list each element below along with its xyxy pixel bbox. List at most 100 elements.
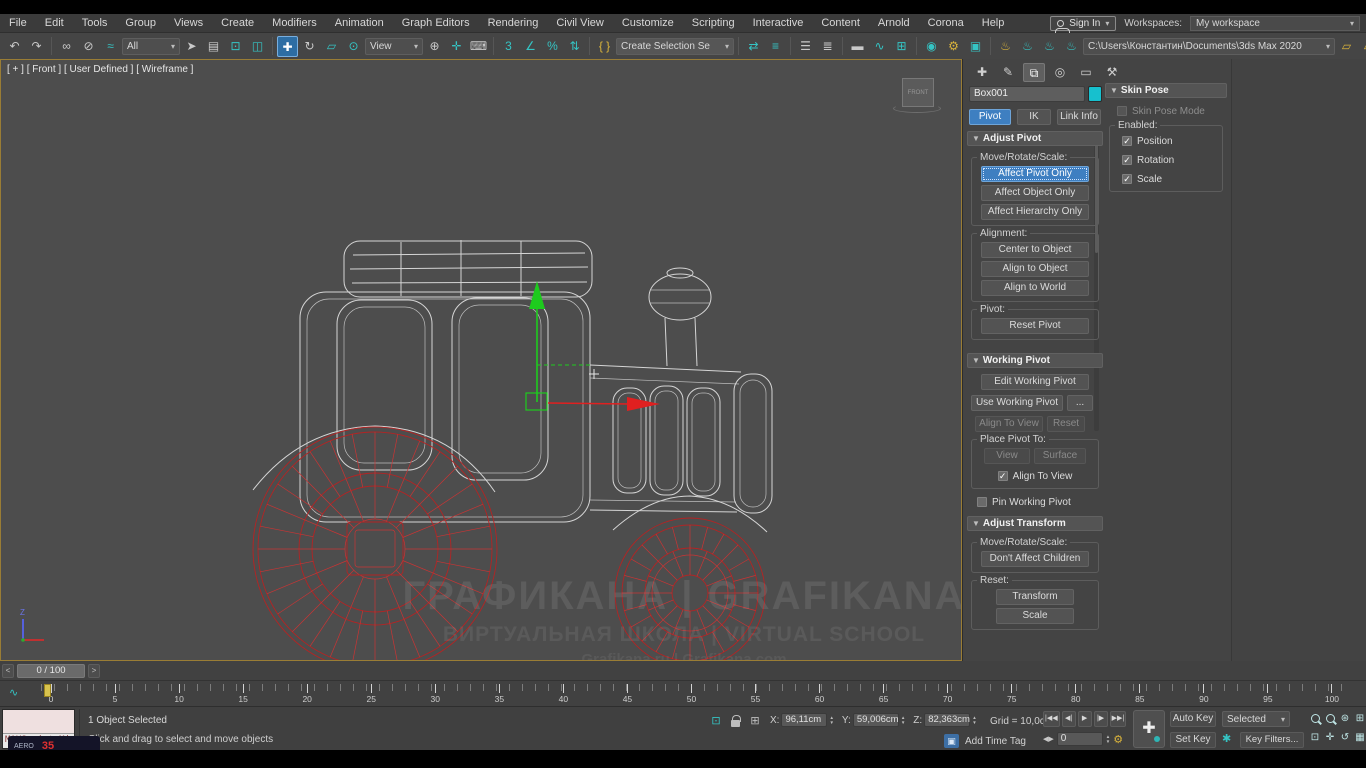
- skin-pose-option-checkbox[interactable]: ✓ Rotation: [1122, 153, 1174, 167]
- menu-item[interactable]: Modifiers: [263, 17, 326, 29]
- ik-mode-button[interactable]: IK: [1017, 109, 1051, 125]
- scene-explorer-icon[interactable]: ☰: [795, 36, 816, 57]
- prev-frame-icon[interactable]: ◀|: [1062, 711, 1076, 727]
- link-icon[interactable]: ∞: [56, 36, 77, 57]
- select-place-icon[interactable]: ⊙: [343, 36, 364, 57]
- select-scale-icon[interactable]: ▱: [321, 36, 342, 57]
- menu-item[interactable]: File: [0, 17, 36, 29]
- place-pivot-view-button[interactable]: View: [984, 448, 1030, 464]
- x-coordinate-field[interactable]: 96,11cm: [781, 713, 827, 727]
- menu-item[interactable]: Arnold: [869, 17, 919, 29]
- project-folder-path-select[interactable]: C:\Users\Константин\Documents\3ds Max 20…: [1083, 38, 1335, 55]
- render-cloud-icon[interactable]: ♨: [1039, 36, 1060, 57]
- menu-item[interactable]: Customize: [613, 17, 683, 29]
- menu-item[interactable]: Content: [812, 17, 869, 29]
- skin-pose-mode-checkbox[interactable]: ✓ Skin Pose Mode: [1117, 104, 1225, 118]
- center-to-object-button[interactable]: Center to Object: [981, 242, 1089, 258]
- track-bar[interactable]: 0510152025303540455055606570758085909510…: [41, 684, 1342, 705]
- selection-filter-select[interactable]: All▾: [122, 38, 180, 55]
- select-by-name-icon[interactable]: ▤: [203, 36, 224, 57]
- select-manipulate-icon[interactable]: ✛: [446, 36, 467, 57]
- affect-object-only-button[interactable]: Affect Object Only: [981, 185, 1089, 201]
- z-spinner[interactable]: ▲▼: [972, 716, 976, 725]
- frame-nudge-icon[interactable]: ◀▶: [1043, 735, 1054, 743]
- zoom-region-icon[interactable]: ⊡: [1308, 730, 1322, 746]
- add-time-tag[interactable]: ▣ Add Time Tag: [944, 734, 1026, 748]
- macro-recorder-pane[interactable]: [3, 710, 74, 734]
- object-name-field[interactable]: Box001: [969, 86, 1085, 102]
- menu-item[interactable]: Group: [116, 17, 165, 29]
- project-folder-open-icon[interactable]: ▱: [1358, 36, 1366, 57]
- dont-affect-children-button[interactable]: Don't Affect Children: [981, 551, 1089, 567]
- set-key-button[interactable]: Set Key: [1170, 732, 1216, 748]
- select-move-icon[interactable]: ✚: [277, 36, 298, 57]
- sign-in-button[interactable]: Sign In ▾: [1050, 16, 1116, 31]
- reset-transform-button[interactable]: Transform: [996, 589, 1074, 605]
- go-end-icon[interactable]: ▶▶|: [1110, 711, 1127, 727]
- mirror-icon[interactable]: ⇄: [743, 36, 764, 57]
- ribbon-icon[interactable]: ▬: [847, 36, 868, 57]
- next-key-button[interactable]: >: [88, 664, 100, 678]
- select-rotate-icon[interactable]: ↻: [299, 36, 320, 57]
- y-spinner[interactable]: ▲▼: [901, 716, 905, 725]
- maxscript-listener-icon[interactable]: { }: [594, 36, 615, 57]
- affect-hierarchy-only-button[interactable]: Affect Hierarchy Only: [981, 204, 1089, 220]
- menu-item[interactable]: Graph Editors: [393, 17, 479, 29]
- menu-item[interactable]: Civil View: [547, 17, 612, 29]
- spinner-snap-icon[interactable]: ⇅: [564, 36, 585, 57]
- set-keys-button[interactable]: ✚: [1133, 710, 1165, 748]
- menu-item[interactable]: Tools: [73, 17, 117, 29]
- link-info-mode-button[interactable]: Link Info: [1057, 109, 1101, 125]
- skin-pose-option-checkbox[interactable]: ✓ Position: [1122, 134, 1173, 148]
- menu-item[interactable]: Help: [973, 17, 1014, 29]
- reference-coordinate-select[interactable]: View▾: [365, 38, 423, 55]
- select-object-icon[interactable]: ➤: [181, 36, 202, 57]
- use-pivot-center-icon[interactable]: ⊕: [424, 36, 445, 57]
- bind-spacewarp-icon[interactable]: ≈: [100, 36, 121, 57]
- play-icon[interactable]: ▶: [1078, 711, 1092, 727]
- layer-explorer-icon[interactable]: ≣: [817, 36, 838, 57]
- hierarchy-tab-icon[interactable]: ⧉: [1023, 63, 1045, 82]
- viewcube-face[interactable]: FRONT: [902, 78, 934, 107]
- use-working-pivot-button[interactable]: Use Working Pivot: [971, 395, 1063, 411]
- display-tab-icon[interactable]: ▭: [1075, 63, 1097, 82]
- object-color-swatch[interactable]: [1088, 86, 1102, 102]
- key-mode-icon[interactable]: ✱: [1222, 732, 1231, 745]
- selection-set-dropdown[interactable]: Selected▾: [1222, 711, 1290, 727]
- orbit-icon[interactable]: ↺: [1338, 730, 1352, 746]
- viewport-front[interactable]: [ + ] [ Front ] [ User Defined ] [ Wiref…: [0, 59, 962, 661]
- align-icon[interactable]: ≡: [765, 36, 786, 57]
- project-folder-gear-icon[interactable]: ▱: [1336, 36, 1357, 57]
- menu-item[interactable]: Create: [212, 17, 263, 29]
- rendered-frame-icon[interactable]: ▣: [965, 36, 986, 57]
- utilities-tab-icon[interactable]: ⚒: [1101, 63, 1123, 82]
- undo-icon[interactable]: ↶: [4, 36, 25, 57]
- maximize-viewport-icon[interactable]: ▦: [1353, 730, 1366, 746]
- menu-item[interactable]: Scripting: [683, 17, 744, 29]
- redo-icon[interactable]: ↷: [26, 36, 47, 57]
- material-editor-icon[interactable]: ◉: [921, 36, 942, 57]
- zoom-extents-all-icon[interactable]: ⊞: [1353, 711, 1366, 727]
- align-to-view-button[interactable]: Align To View: [975, 416, 1043, 432]
- align-to-world-button[interactable]: Align to World: [981, 280, 1089, 296]
- move-gizmo[interactable]: [526, 281, 660, 411]
- current-frame-field[interactable]: 0: [1057, 732, 1103, 746]
- menu-item[interactable]: Edit: [36, 17, 73, 29]
- pan-icon[interactable]: ✛: [1323, 730, 1337, 746]
- schematic-view-icon[interactable]: ⊞: [891, 36, 912, 57]
- window-crossing-icon[interactable]: ◫: [247, 36, 268, 57]
- go-start-icon[interactable]: |◀◀: [1043, 711, 1060, 727]
- render-gallery-icon[interactable]: ♨: [1061, 36, 1082, 57]
- working-pivot-options-button[interactable]: ...: [1067, 395, 1093, 411]
- rollout-header[interactable]: ▼Adjust Pivot: [967, 131, 1103, 146]
- rollout-header[interactable]: ▼Skin Pose: [1105, 83, 1227, 98]
- menu-item[interactable]: Views: [165, 17, 212, 29]
- zoom-extents-icon[interactable]: ⊛: [1338, 711, 1352, 727]
- modify-tab-icon[interactable]: ✎: [997, 63, 1019, 82]
- rollout-header[interactable]: ▼Working Pivot: [967, 353, 1103, 368]
- named-selection-sets-field[interactable]: Create Selection Se▾: [616, 38, 734, 55]
- menu-item[interactable]: Rendering: [479, 17, 548, 29]
- align-to-view-checkbox[interactable]: ✓ Align To View: [977, 469, 1093, 483]
- time-configuration-icon[interactable]: ⚙: [1113, 733, 1123, 746]
- keyboard-override-icon[interactable]: ⌨: [468, 36, 489, 57]
